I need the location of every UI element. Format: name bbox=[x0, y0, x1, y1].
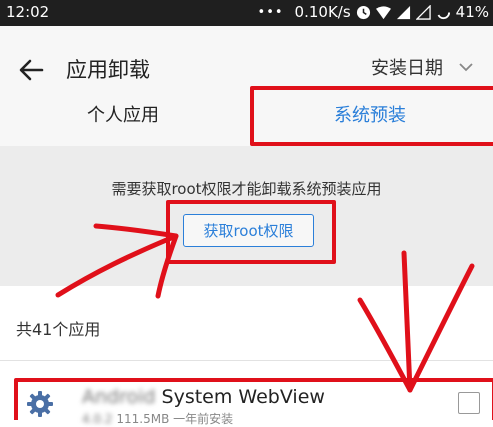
status-time: 12:02 bbox=[6, 3, 50, 21]
back-arrow-icon[interactable] bbox=[14, 52, 50, 88]
battery-percent: 41% bbox=[455, 3, 489, 21]
app-count: 共41个应用 bbox=[16, 320, 101, 339]
chevron-down-icon bbox=[459, 63, 473, 72]
page-title: 应用卸载 bbox=[66, 58, 150, 82]
status-icons: ••• 0.10K/s 41% bbox=[258, 3, 489, 21]
status-bar: 12:02 ••• 0.10K/s 41% bbox=[0, 0, 493, 26]
get-root-button[interactable]: 获取root权限 bbox=[183, 214, 314, 247]
root-notice: 需要获取root权限才能卸载系统预装应用 获取root权限 bbox=[0, 146, 493, 286]
sort-dropdown[interactable]: 安装日期 bbox=[371, 54, 475, 80]
list-item[interactable]: Android System WebView 4.0.2 111.5MB 一年前… bbox=[0, 362, 493, 426]
app-version-blurred: 4.0.2 bbox=[82, 412, 113, 426]
app-select-checkbox[interactable] bbox=[458, 392, 480, 414]
app-bar: 应用卸载 安装日期 个人应用 系统预装 bbox=[0, 26, 493, 146]
tab-system-apps[interactable]: 系统预装 bbox=[247, 86, 493, 146]
battery-icon bbox=[436, 5, 450, 19]
wifi-icon bbox=[375, 5, 391, 19]
app-name: Android System WebView bbox=[82, 386, 325, 408]
app-meta: 4.0.2 111.5MB 一年前安装 bbox=[82, 410, 233, 427]
app-install-date: 一年前安装 bbox=[173, 412, 234, 426]
app-name-text: System WebView bbox=[161, 386, 325, 408]
tab-personal-apps[interactable]: 个人应用 bbox=[0, 86, 246, 146]
list-divider bbox=[0, 360, 493, 361]
sort-label: 安装日期 bbox=[371, 58, 443, 79]
network-speed: 0.10K/s bbox=[294, 3, 351, 21]
notification-dots: ••• bbox=[257, 4, 284, 20]
root-notice-message: 需要获取root权限才能卸载系统预装应用 bbox=[111, 180, 382, 198]
tab-bar: 个人应用 系统预装 bbox=[0, 86, 493, 146]
app-name-blurred: Android bbox=[82, 386, 156, 408]
cell-signal-icon bbox=[396, 5, 410, 19]
gear-icon bbox=[27, 391, 53, 417]
alarm-icon bbox=[356, 5, 370, 19]
data-signal-icon bbox=[415, 4, 431, 20]
app-size: 111.5MB bbox=[116, 412, 170, 426]
